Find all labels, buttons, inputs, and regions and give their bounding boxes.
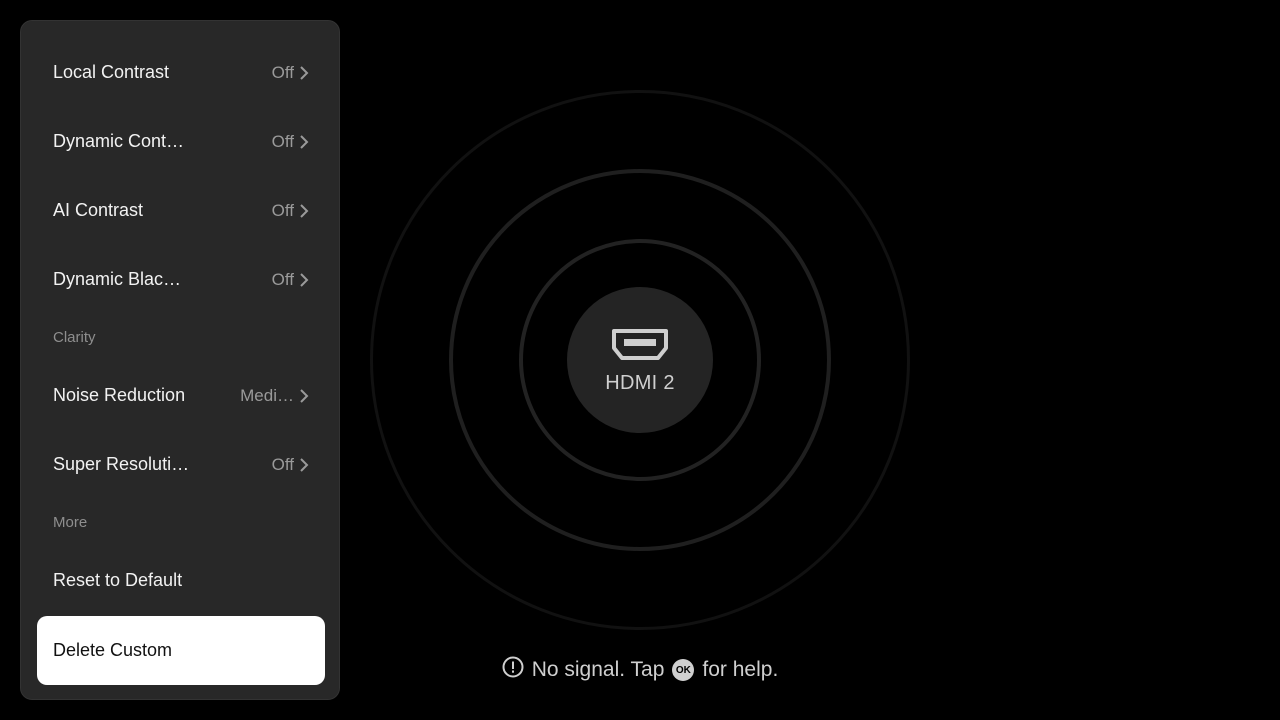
menu-item-value: Off bbox=[271, 200, 294, 220]
hint-text-after: for help. bbox=[702, 658, 779, 681]
menu-item-label: AI Contrast bbox=[53, 200, 144, 220]
chevron-right-icon bbox=[300, 65, 309, 80]
menu-item-dynamic-contrast[interactable]: Dynamic Cont… Off bbox=[37, 107, 325, 176]
picture-settings-panel: Local Contrast Off Dynamic Cont… Off AI … bbox=[20, 20, 340, 700]
menu-item-label: Super Resoluti… bbox=[53, 454, 190, 474]
menu-item-value: Medi… bbox=[240, 385, 294, 405]
menu-item-value: Off bbox=[271, 131, 294, 151]
chevron-right-icon bbox=[300, 203, 309, 218]
chevron-right-icon bbox=[300, 388, 309, 403]
menu-item-local-contrast[interactable]: Local Contrast Off bbox=[37, 38, 325, 107]
menu-item-delete-custom[interactable]: Delete Custom bbox=[37, 616, 325, 685]
chevron-right-icon bbox=[300, 457, 309, 472]
menu-item-ai-contrast[interactable]: AI Contrast Off bbox=[37, 176, 325, 245]
menu-item-value: Off bbox=[271, 454, 294, 474]
menu-item-label: Delete Custom bbox=[53, 640, 173, 660]
hdmi-port-icon bbox=[611, 326, 669, 362]
section-header-clarity: Clarity bbox=[53, 329, 96, 346]
menu-item-dynamic-black[interactable]: Dynamic Blac… Off bbox=[37, 245, 325, 314]
info-icon bbox=[502, 656, 524, 684]
chevron-right-icon bbox=[300, 272, 309, 287]
hint-text-before: No signal. Tap bbox=[531, 658, 665, 681]
menu-item-super-resolution[interactable]: Super Resoluti… Off bbox=[37, 430, 325, 499]
menu-item-label: Dynamic Blac… bbox=[53, 269, 182, 289]
menu-item-value: Off bbox=[271, 269, 294, 289]
menu-item-label: Reset to Default bbox=[53, 570, 183, 590]
menu-item-reset-to-default[interactable]: Reset to Default bbox=[37, 546, 325, 615]
screen: HDMI 2 No signal. Tap OK for help. Local… bbox=[0, 0, 1280, 720]
menu-item-noise-reduction[interactable]: Noise Reduction Medi… bbox=[37, 361, 325, 430]
source-indicator: HDMI 2 bbox=[567, 287, 713, 433]
menu-item-label: Noise Reduction bbox=[53, 385, 186, 405]
menu-item-label: Dynamic Cont… bbox=[53, 131, 185, 151]
chevron-right-icon bbox=[300, 134, 309, 149]
source-label: HDMI 2 bbox=[605, 371, 675, 394]
section-header-more: More bbox=[53, 514, 88, 531]
ok-key-icon: OK bbox=[672, 659, 695, 681]
menu-item-value: Off bbox=[271, 62, 294, 82]
menu-item-label: Local Contrast bbox=[53, 62, 170, 82]
